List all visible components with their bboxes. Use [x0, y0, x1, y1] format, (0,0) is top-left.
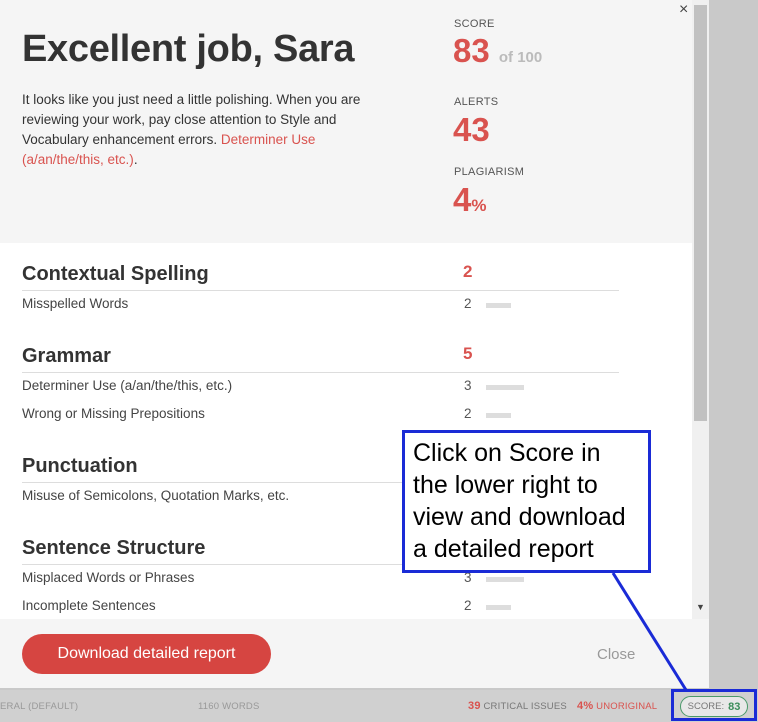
download-report-button[interactable]: Download detailed report — [22, 634, 271, 674]
page-title: Excellent job, Sara — [22, 28, 355, 70]
category-title: Punctuation — [22, 455, 138, 477]
issue-item-count: 3 — [464, 378, 472, 393]
summary-text-end: . — [133, 152, 138, 167]
category-count: 5 — [463, 344, 473, 363]
scrollbar-thumb[interactable] — [694, 5, 707, 421]
category-title: Grammar — [22, 345, 111, 367]
score-value: 83 — [453, 32, 490, 69]
issue-item-count: 2 — [464, 296, 472, 311]
category-title: Sentence Structure — [22, 537, 206, 559]
report-modal: Excellent job, Sara It looks like you ju… — [0, 0, 709, 688]
unoriginal-label: UNORIGINAL — [596, 701, 658, 712]
plagiarism-label: PLAGIARISM — [454, 166, 525, 178]
issue-item-label[interactable]: Determiner Use (a/an/the/this, etc.) — [22, 378, 232, 393]
issue-item-label[interactable]: Wrong or Missing Prepositions — [22, 406, 205, 421]
category-divider — [22, 372, 619, 373]
issue-item-count: 2 — [464, 598, 472, 613]
word-count: 1160 WORDS — [198, 701, 260, 712]
issue-item-label[interactable]: Incomplete Sentences — [22, 598, 156, 613]
issue-item-label[interactable]: Misuse of Semicolons, Quotation Marks, e… — [22, 488, 289, 503]
scroll-down-arrow-icon[interactable]: ▼ — [696, 602, 705, 612]
critical-issues[interactable]: 39 CRITICAL ISSUES — [468, 700, 567, 712]
score-value-block: 83 of 100 — [453, 34, 542, 67]
score-annotation-box — [671, 689, 757, 721]
category-divider — [22, 290, 619, 291]
summary-description: It looks like you just need a little pol… — [22, 90, 392, 170]
alerts-value: 43 — [453, 111, 490, 148]
issue-item-bar — [486, 303, 511, 308]
category-title: Contextual Spelling — [22, 263, 209, 285]
close-button[interactable]: Close — [597, 646, 635, 663]
unoriginal-status[interactable]: 4% UNORIGINAL — [577, 700, 657, 712]
issue-item-label[interactable]: Misplaced Words or Phrases — [22, 570, 194, 585]
issue-item-bar — [486, 413, 511, 418]
issue-item-bar — [486, 605, 511, 610]
issue-item-label[interactable]: Misspelled Words — [22, 296, 128, 311]
alerts-label: ALERTS — [454, 96, 499, 108]
issue-item-count: 2 — [464, 406, 472, 421]
unoriginal-percent: 4% — [577, 700, 594, 712]
issue-item-bar — [486, 577, 524, 582]
critical-count: 39 — [468, 700, 481, 712]
plagiarism-value: 4 — [453, 181, 472, 218]
close-icon[interactable]: × — [679, 1, 688, 19]
mode-label[interactable]: ERAL (DEFAULT) — [0, 701, 78, 712]
category-count: 2 — [463, 262, 473, 281]
issue-item-bar — [486, 385, 524, 390]
annotation-callout: Click on Score in the lower right to vie… — [402, 430, 651, 573]
critical-label: CRITICAL ISSUES — [483, 701, 567, 712]
score-suffix: of 100 — [498, 49, 543, 66]
plagiarism-suffix: % — [471, 196, 487, 215]
plagiarism-value-block: 4% — [453, 183, 486, 216]
score-label: SCORE — [454, 18, 495, 30]
